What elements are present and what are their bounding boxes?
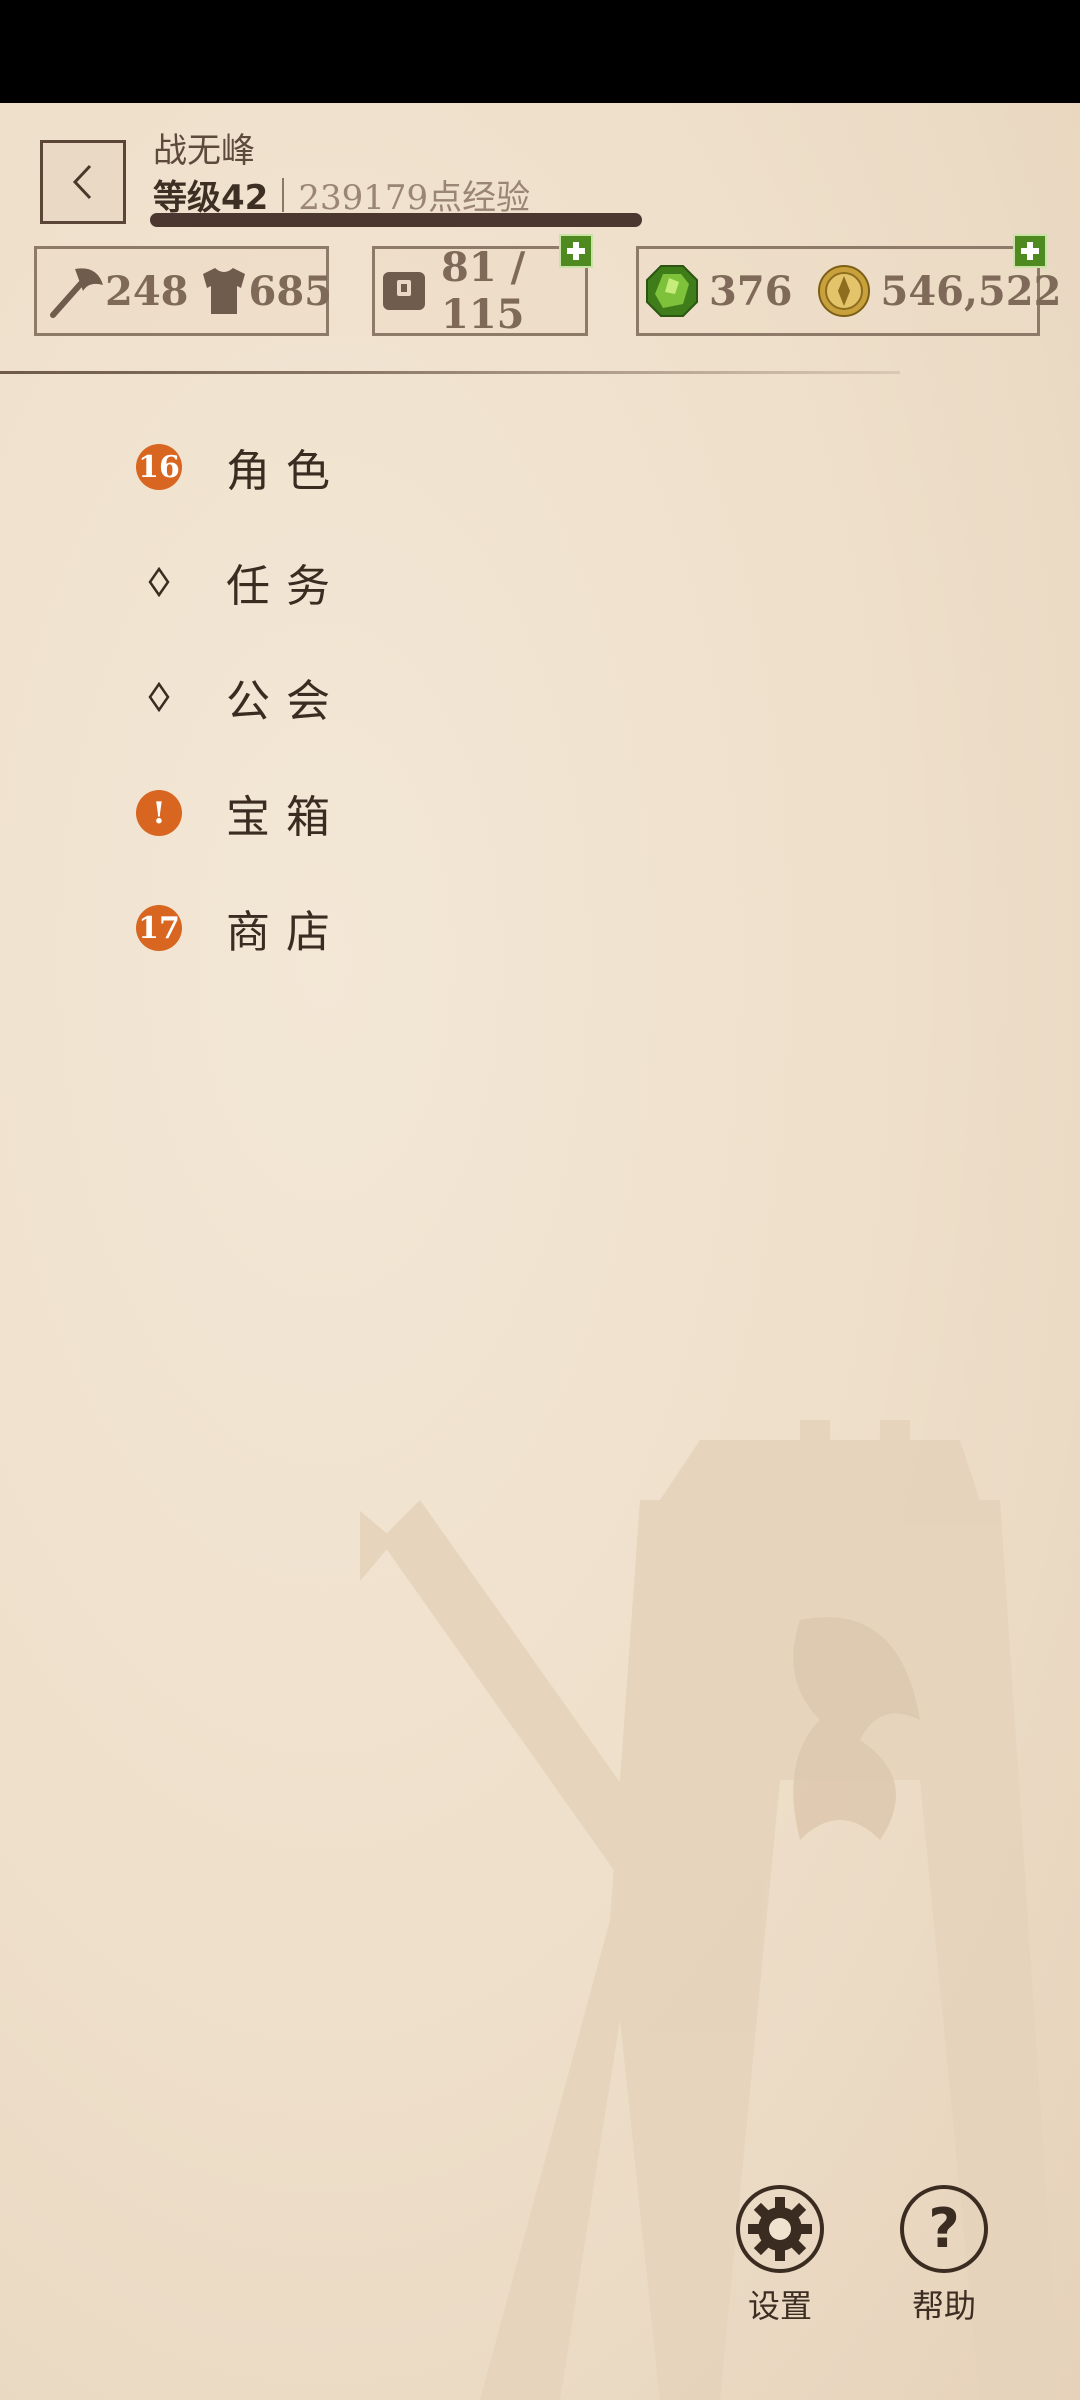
help-icon: ? <box>900 2185 988 2273</box>
plus-icon <box>567 242 585 260</box>
menu-item-label: 任务 <box>226 561 346 612</box>
level-label: 等级42 <box>153 178 269 218</box>
menu-item-label: 公会 <box>226 676 346 727</box>
settings-button[interactable]: 设置 <box>730 2183 830 2327</box>
notification-badge: 17 <box>136 905 182 951</box>
gems-value: 376 <box>709 267 793 315</box>
settings-label: 设置 <box>747 2287 812 2325</box>
attack-value: 248 <box>105 267 189 315</box>
menu-item-shop[interactable]: 17 商店 <box>136 898 346 958</box>
plus-icon <box>1021 242 1039 260</box>
inventory-box[interactable]: 81 / 115 <box>372 244 588 338</box>
status-bar <box>0 0 1080 103</box>
menu-item-guild[interactable]: 公会 <box>136 667 346 727</box>
menu-item-quests[interactable]: 任务 <box>136 552 346 612</box>
menu-item-label: 宝箱 <box>226 792 346 843</box>
gold-coin-icon <box>817 264 871 318</box>
menu-item-label: 角色 <box>226 446 346 497</box>
xp-label: 239179点经验 <box>298 178 531 218</box>
combat-stats-box[interactable]: 248 685 <box>34 246 332 336</box>
help-label: 帮助 <box>911 2287 976 2325</box>
level-separator <box>282 177 285 212</box>
menu-item-character[interactable]: 16 角色 <box>136 437 346 497</box>
header-divider <box>0 371 900 374</box>
axe-icon <box>45 263 105 319</box>
add-inventory-button[interactable] <box>559 234 593 268</box>
gold-value: 546,522 <box>880 267 1062 315</box>
xp-progress-bar <box>150 213 642 227</box>
armor-icon <box>199 264 249 318</box>
add-currency-button[interactable] <box>1013 234 1047 268</box>
help-button[interactable]: ? 帮助 <box>894 2183 994 2327</box>
diamond-icon <box>136 674 182 720</box>
currency-box[interactable]: 376 546,522 <box>636 246 1061 336</box>
notification-badge: 16 <box>136 444 182 490</box>
level-row: 等级42 239179点经验 <box>153 170 530 219</box>
diamond-icon <box>136 559 182 605</box>
chevron-left-icon <box>72 164 92 200</box>
player-name: 战无峰 <box>153 131 255 171</box>
menu-item-label: 商店 <box>226 907 346 958</box>
defense-value: 685 <box>248 267 333 315</box>
menu-item-chests[interactable]: ! 宝箱 <box>136 783 346 843</box>
chest-icon <box>379 266 429 316</box>
alert-badge: ! <box>136 790 182 836</box>
help-glyph: ? <box>928 2197 959 2260</box>
back-button[interactable] <box>40 140 126 224</box>
gem-icon <box>645 264 699 318</box>
gear-icon <box>736 2185 824 2273</box>
